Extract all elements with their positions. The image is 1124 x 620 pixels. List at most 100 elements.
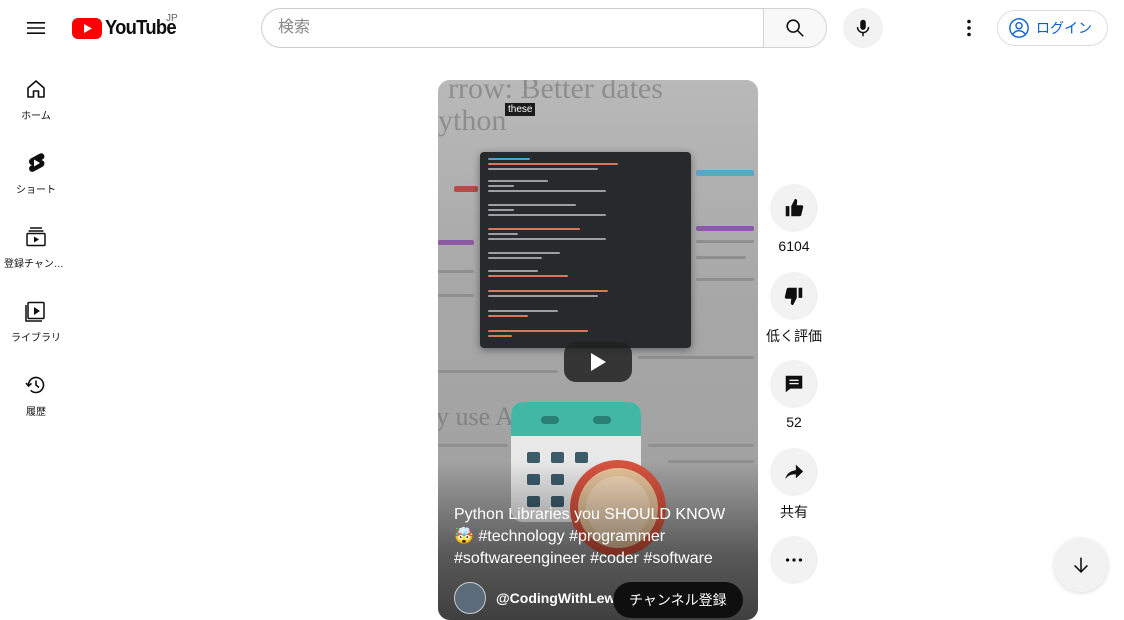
comments-button[interactable] — [770, 360, 818, 408]
guide-menu-button[interactable] — [16, 8, 56, 48]
voice-search-button[interactable] — [843, 8, 883, 48]
search-icon — [786, 19, 804, 37]
code-line — [488, 310, 558, 312]
code-line — [488, 238, 606, 240]
code-line — [488, 252, 560, 254]
channel-name[interactable]: @CodingWithLewis — [496, 590, 627, 606]
code-line — [488, 209, 514, 211]
channel-info[interactable]: @CodingWithLewis — [454, 582, 627, 614]
text-line — [696, 240, 754, 243]
sidebar-item-label: 登録チャンネル — [4, 259, 68, 270]
highlight-line — [438, 240, 474, 245]
code-line — [488, 228, 580, 230]
code-line — [488, 315, 528, 317]
text-line — [438, 270, 474, 273]
hamburger-menu-icon — [27, 22, 45, 34]
highlight-line — [696, 226, 754, 231]
text-line — [638, 356, 754, 359]
search-box — [261, 8, 827, 48]
account-circle-icon — [1009, 18, 1029, 38]
code-line — [488, 190, 606, 192]
code-line — [488, 233, 518, 235]
more-actions-button[interactable] — [770, 536, 818, 584]
text-line — [438, 370, 558, 373]
subscribe-button[interactable]: チャンネル登録 — [613, 582, 743, 618]
youtube-play-icon — [72, 17, 102, 39]
home-icon — [27, 80, 45, 98]
thumbs-down-icon — [784, 287, 803, 306]
history-icon — [25, 376, 45, 394]
arrow-down-icon — [1074, 557, 1088, 573]
text-line — [438, 294, 474, 297]
like-button[interactable] — [770, 184, 818, 232]
comment-action: 52 — [770, 360, 818, 430]
code-line — [488, 180, 548, 182]
calendar-ring — [593, 416, 611, 424]
text-line — [648, 444, 754, 447]
text-line — [438, 444, 508, 447]
video-headline-text: rrow: Better dates — [448, 80, 663, 105]
comment-icon — [785, 375, 803, 393]
share-label: 共有 — [780, 504, 808, 520]
text-line — [696, 278, 754, 281]
sidebar-item-shorts[interactable]: ショート — [0, 130, 72, 204]
sidebar-item-history[interactable]: 履歴 — [0, 352, 72, 426]
mini-guide: ホーム ショート 登録チャンネル ライブラリ 履歴 — [0, 56, 72, 426]
share-action: 共有 — [770, 448, 818, 520]
like-action: 6104 — [770, 184, 818, 254]
dislike-action: 低く評価 — [766, 272, 822, 344]
like-count: 6104 — [778, 238, 810, 254]
sidebar-item-library[interactable]: ライブラリ — [0, 278, 72, 352]
video-caption-label: these — [505, 103, 536, 116]
sidebar-item-subscriptions[interactable]: 登録チャンネル — [0, 204, 72, 278]
play-icon — [591, 353, 606, 371]
code-line — [488, 335, 512, 337]
sidebar-item-home[interactable]: ホーム — [0, 56, 72, 130]
sidebar-item-label: ライブラリ — [11, 333, 61, 344]
login-label: ログイン — [1036, 20, 1092, 36]
search-input[interactable] — [261, 8, 763, 48]
code-snippet — [480, 152, 691, 348]
share-button[interactable] — [770, 448, 818, 496]
code-line — [488, 204, 576, 206]
region-code: JP — [166, 13, 178, 24]
search-button[interactable] — [763, 8, 827, 48]
code-line — [488, 214, 606, 216]
next-short-button[interactable] — [1054, 538, 1108, 592]
settings-more-button[interactable] — [949, 8, 989, 48]
shorts-player[interactable]: rrow: Better dates ython y use A uilt-in… — [438, 80, 758, 620]
sidebar-item-label: 履歴 — [26, 407, 46, 418]
horizontal-dots-icon — [785, 558, 803, 562]
more-action — [770, 536, 818, 584]
code-line — [488, 168, 598, 170]
comment-count: 52 — [786, 414, 802, 430]
code-line — [488, 185, 514, 187]
thumbs-up-icon — [785, 198, 804, 217]
sidebar-item-label: ホーム — [21, 111, 51, 122]
code-line — [488, 275, 568, 277]
login-button[interactable]: ログイン — [997, 10, 1108, 46]
calendar-header — [511, 402, 641, 436]
highlight-line — [454, 186, 478, 192]
dislike-label: 低く評価 — [766, 328, 822, 344]
sidebar-item-label: ショート — [16, 185, 56, 196]
highlight-line — [696, 170, 754, 176]
code-line — [488, 330, 588, 332]
code-line — [488, 257, 542, 259]
masthead: YouTube JP ログイン — [0, 0, 1124, 56]
play-button[interactable] — [564, 342, 632, 382]
code-line — [488, 295, 598, 297]
code-line — [488, 270, 538, 272]
share-icon — [785, 464, 804, 480]
code-line — [488, 158, 530, 160]
dislike-button[interactable] — [770, 272, 818, 320]
video-subheadline-text: ython — [438, 104, 507, 137]
text-line — [696, 256, 746, 259]
channel-avatar[interactable] — [454, 582, 486, 614]
short-title[interactable]: Python Libraries you SHOULD KNOW 🤯 #tech… — [454, 504, 744, 570]
microphone-icon — [856, 19, 870, 37]
shorts-icon — [29, 153, 45, 172]
calendar-ring — [541, 416, 559, 424]
code-line — [488, 290, 608, 292]
subscriptions-icon — [26, 227, 46, 247]
